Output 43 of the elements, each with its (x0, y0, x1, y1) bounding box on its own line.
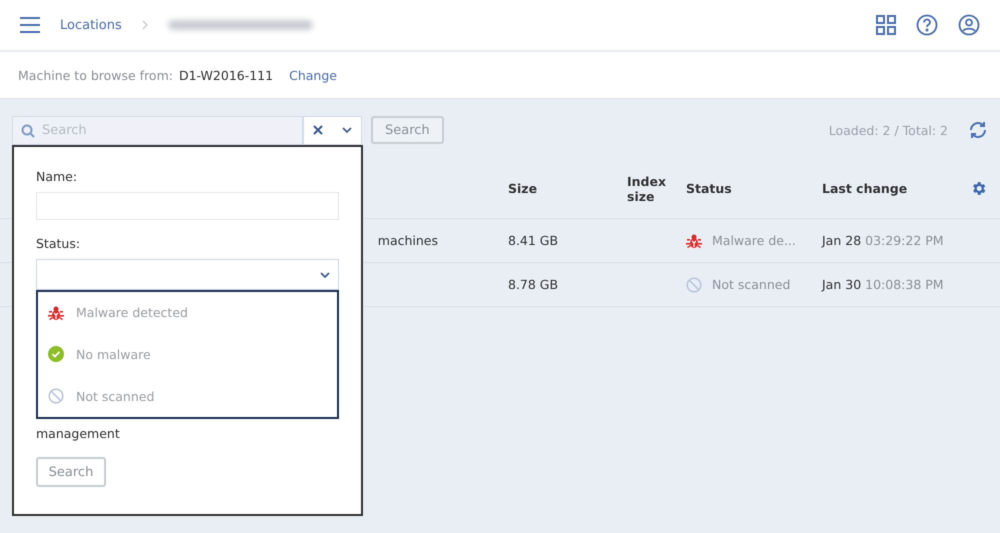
machine-label: Machine to browse from: (18, 68, 173, 82)
time-text: 03:29:22 PM (865, 233, 944, 248)
clear-icon[interactable] (313, 125, 324, 135)
search-button[interactable]: Search (36, 457, 106, 487)
bug-icon (48, 304, 64, 321)
grid-icon[interactable] (876, 15, 896, 35)
refresh-icon[interactable] (968, 121, 988, 139)
status-option[interactable]: Malware detected (48, 304, 327, 321)
date-text: Jan 30 (822, 277, 862, 292)
status-option[interactable]: Not scanned (48, 388, 327, 404)
date-text: Jan 28 (822, 233, 862, 248)
status-option[interactable]: No malware (48, 346, 327, 362)
user-icon[interactable] (958, 14, 980, 36)
name-field[interactable] (36, 192, 339, 220)
loaded-counter: Loaded: 2 / Total: 2 (828, 122, 948, 138)
menu-icon[interactable] (20, 17, 40, 33)
chevron-down-icon[interactable] (342, 127, 352, 133)
status-text: Not scanned (712, 277, 790, 292)
help-icon[interactable] (916, 14, 938, 36)
prohibited-icon (686, 276, 702, 292)
check-circle-icon (48, 346, 64, 362)
column-header: Index size (627, 174, 668, 204)
table-cell-text: 8.78 GB (508, 277, 560, 292)
column-header: Status (686, 181, 733, 196)
machine-name: D1-W2016-111 (178, 68, 274, 82)
breadcrumb-link[interactable]: Locations (60, 18, 122, 32)
search-icon (21, 124, 35, 138)
name-label: Name: (36, 169, 78, 184)
column-header: Size (508, 181, 538, 196)
search-field[interactable]: Search (12, 116, 303, 144)
search-button[interactable]: Search (371, 116, 444, 144)
change-link[interactable]: Change (289, 68, 337, 82)
chevron-down-icon (320, 272, 330, 278)
time-text: 10:08:38 PM (865, 277, 944, 292)
bug-icon (686, 232, 702, 248)
status-text: Malware de... (712, 233, 796, 248)
prohibited-icon (48, 388, 64, 404)
status-label: Status: (36, 236, 82, 251)
checkbox-label: management (36, 426, 121, 441)
table-cell-text: machines (378, 233, 439, 248)
column-header: Last change (822, 181, 908, 196)
table-cell-text: 8.41 GB (508, 233, 560, 248)
chevron-icon (142, 20, 148, 30)
